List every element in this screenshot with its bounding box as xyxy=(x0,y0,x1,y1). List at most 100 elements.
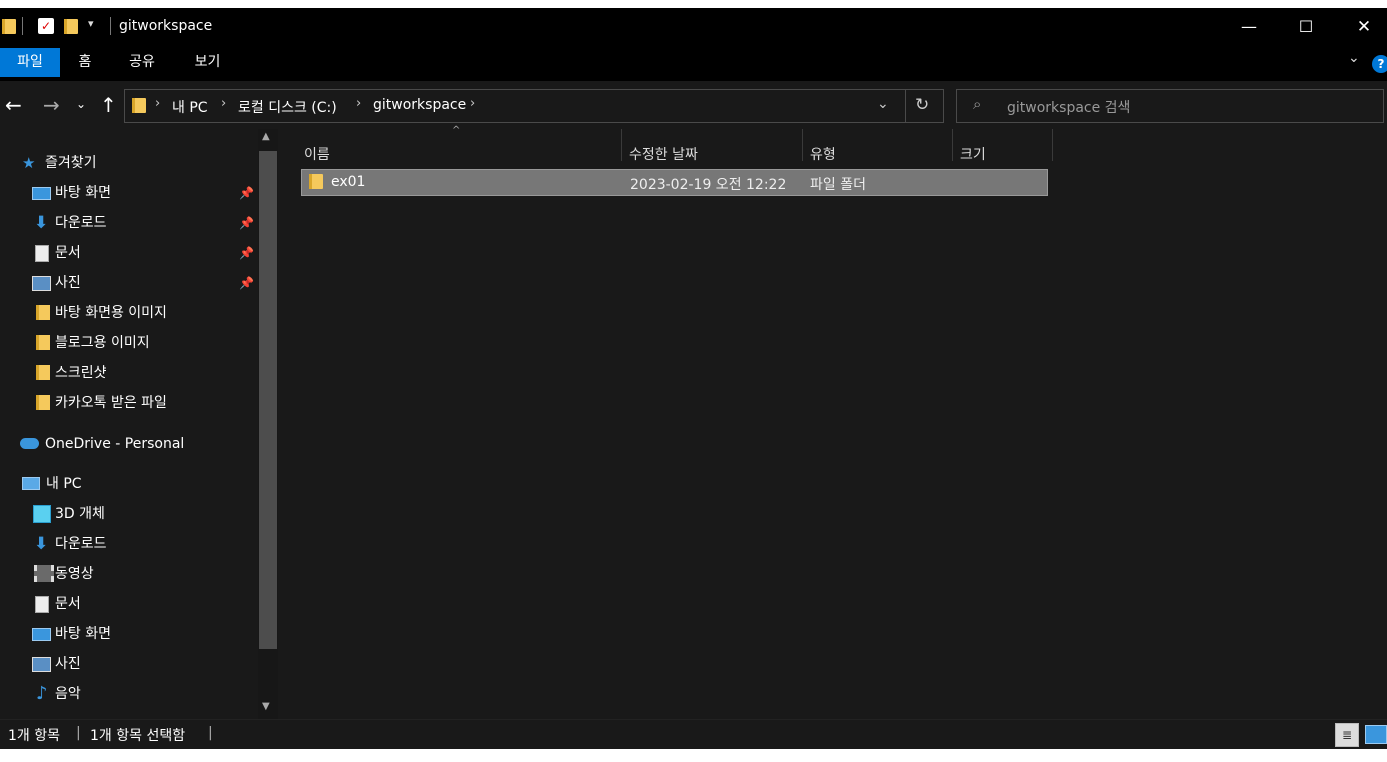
desktop-icon xyxy=(32,628,51,641)
sidebar-item[interactable]: ⬇ 다운로드 xyxy=(32,529,254,559)
refresh-icon[interactable]: ↻ xyxy=(915,95,929,115)
folder-icon xyxy=(132,98,146,113)
column-divider[interactable] xyxy=(1052,129,1053,161)
navigation-pane: ★ 즐겨찾기 바탕 화면 📌 ⬇ 다운로드 📌 문서 📌 사진 📌 바탕 화면용 이미지 블로그용 … xyxy=(0,129,258,719)
sidebar-item-onedrive[interactable]: OneDrive - Personal xyxy=(20,429,252,459)
folder-icon xyxy=(309,174,323,189)
sidebar-item[interactable]: ♪ 음악 xyxy=(32,679,254,709)
tab-file[interactable]: 파일 xyxy=(0,48,60,77)
navigation-bar: ← → ⌄ ↑ › 내 PC › 로컬 디스크 (C:) › gitworksp… xyxy=(0,81,1387,129)
divider xyxy=(22,17,23,35)
sidebar-item-this-pc[interactable]: 내 PC xyxy=(20,469,252,499)
sidebar-item[interactable]: 사진 📌 xyxy=(32,268,254,298)
scrollbar-thumb[interactable] xyxy=(259,151,277,649)
document-icon xyxy=(35,245,49,262)
large-icons-view-icon[interactable] xyxy=(1365,725,1387,744)
star-icon: ★ xyxy=(22,154,36,172)
chevron-down-icon[interactable]: ⌄ xyxy=(1348,50,1360,66)
breadcrumb-this-pc[interactable]: 내 PC xyxy=(172,97,208,117)
download-icon: ⬇ xyxy=(34,534,49,554)
breadcrumb-local-disk[interactable]: 로컬 디스크 (C:) xyxy=(238,97,337,117)
column-header-type[interactable]: 유형 xyxy=(810,139,836,171)
column-header-size[interactable]: 크기 xyxy=(960,139,986,171)
recent-locations-icon[interactable]: ⌄ xyxy=(76,97,86,111)
computer-icon xyxy=(22,477,40,490)
sidebar-item[interactable]: 바탕 화면용 이미지 xyxy=(32,298,254,328)
help-icon[interactable]: ? xyxy=(1372,55,1387,73)
column-divider[interactable] xyxy=(802,129,803,161)
sidebar-item-label: 문서 xyxy=(55,596,81,612)
column-header-name[interactable]: 이름 xyxy=(304,139,330,171)
sidebar-item-label: 동영상 xyxy=(55,566,94,582)
sidebar-item[interactable]: 블로그용 이미지 xyxy=(32,328,254,358)
status-selected-count: 1개 항목 선택함 xyxy=(90,728,186,744)
picture-icon xyxy=(32,276,51,291)
sidebar-item-label: 다운로드 xyxy=(55,536,107,552)
up-arrow-icon[interactable]: ↑ xyxy=(100,93,117,117)
sidebar-item-label: 바탕 화면 xyxy=(55,626,111,642)
chevron-right-icon[interactable]: › xyxy=(470,96,475,111)
file-date: 2023-02-19 오전 12:22 xyxy=(630,177,787,193)
sidebar-item-label: 사진 xyxy=(55,656,81,672)
chevron-right-icon: › xyxy=(155,96,161,111)
close-button[interactable]: ✕ xyxy=(1341,8,1387,45)
scroll-up-icon[interactable]: ▲ xyxy=(262,131,270,142)
sidebar-item-quick-access[interactable]: ★ 즐겨찾기 xyxy=(22,148,254,178)
sidebar-item[interactable]: 사진 xyxy=(32,649,254,679)
chevron-right-icon[interactable]: › xyxy=(356,96,361,111)
forward-arrow-icon[interactable]: → xyxy=(43,93,60,117)
tab-home[interactable]: 홈 xyxy=(60,48,110,77)
sidebar-scrollbar[interactable]: ▲ ▼ xyxy=(258,129,278,719)
cloud-icon xyxy=(20,438,39,449)
status-bar: 1개 항목 | 1개 항목 선택함 | ≣ xyxy=(0,719,1387,749)
sidebar-item-label: 3D 개체 xyxy=(55,506,105,522)
sidebar-item[interactable]: 문서 📌 xyxy=(32,238,254,268)
sidebar-item[interactable]: 스크린샷 xyxy=(32,358,254,388)
breadcrumb-gitworkspace[interactable]: gitworkspace xyxy=(373,97,466,113)
file-name: ex01 xyxy=(331,174,366,190)
sidebar-item[interactable]: 카카오톡 받은 파일 xyxy=(32,388,254,418)
details-view-icon[interactable]: ≣ xyxy=(1335,723,1359,747)
pin-icon[interactable]: 📌 xyxy=(239,178,254,208)
folder-icon xyxy=(36,305,50,320)
properties-icon[interactable]: ✓ xyxy=(38,18,54,34)
desktop-icon xyxy=(32,187,51,200)
minimize-button[interactable]: — xyxy=(1226,8,1272,45)
tab-view[interactable]: 보기 xyxy=(180,48,235,77)
column-header-date[interactable]: 수정한 날짜 xyxy=(629,139,698,171)
sort-ascending-icon: ^ xyxy=(452,125,461,136)
video-icon xyxy=(34,565,54,582)
customize-quick-access-icon[interactable]: ▾ xyxy=(88,17,94,30)
maximize-button[interactable]: ☐ xyxy=(1283,8,1329,45)
chevron-right-icon[interactable]: › xyxy=(221,96,226,111)
sidebar-item-label: 스크린샷 xyxy=(55,365,107,381)
tab-share[interactable]: 공유 xyxy=(112,48,172,77)
folder-icon xyxy=(2,19,16,34)
sidebar-item[interactable]: ⬇ 다운로드 📌 xyxy=(32,208,254,238)
sidebar-item[interactable]: 바탕 화면 📌 xyxy=(32,178,254,208)
pin-icon[interactable]: 📌 xyxy=(239,268,254,298)
sidebar-item[interactable]: 바탕 화면 xyxy=(32,619,254,649)
sidebar-item[interactable]: 문서 xyxy=(32,589,254,619)
sidebar-item[interactable]: 3D 개체 xyxy=(32,499,254,529)
sidebar-item[interactable]: 동영상 xyxy=(32,559,254,589)
address-bar[interactable]: › 내 PC › 로컬 디스크 (C:) › gitworkspace › ⌄ … xyxy=(124,89,944,123)
title-bar: ✓ ▾ gitworkspace — ☐ ✕ xyxy=(0,8,1387,45)
file-list: ^ 이름 수정한 날짜 유형 크기 ex01 2023-02-19 오전 12:… xyxy=(282,125,1387,719)
pin-icon[interactable]: 📌 xyxy=(239,238,254,268)
new-folder-icon[interactable] xyxy=(64,19,78,34)
chevron-down-icon[interactable]: ⌄ xyxy=(877,96,889,112)
column-divider[interactable] xyxy=(952,129,953,161)
explorer-window: ✓ ▾ gitworkspace — ☐ ✕ 파일 홈 공유 보기 ⌄ ? ← … xyxy=(0,8,1387,749)
table-row[interactable]: ex01 2023-02-19 오전 12:22 파일 폴더 xyxy=(301,169,1048,196)
search-input[interactable]: gitworkspace 검색 xyxy=(1007,97,1130,117)
sidebar-item-label: 카카오톡 받은 파일 xyxy=(55,395,167,411)
search-box[interactable]: ⌕ gitworkspace 검색 xyxy=(956,89,1384,123)
column-divider[interactable] xyxy=(621,129,622,161)
sidebar-item-label: 다운로드 xyxy=(55,215,107,231)
scroll-down-icon[interactable]: ▼ xyxy=(262,701,270,712)
sidebar-item-label: 문서 xyxy=(55,245,81,261)
pin-icon[interactable]: 📌 xyxy=(239,208,254,238)
divider xyxy=(905,90,906,122)
back-arrow-icon[interactable]: ← xyxy=(5,93,22,117)
